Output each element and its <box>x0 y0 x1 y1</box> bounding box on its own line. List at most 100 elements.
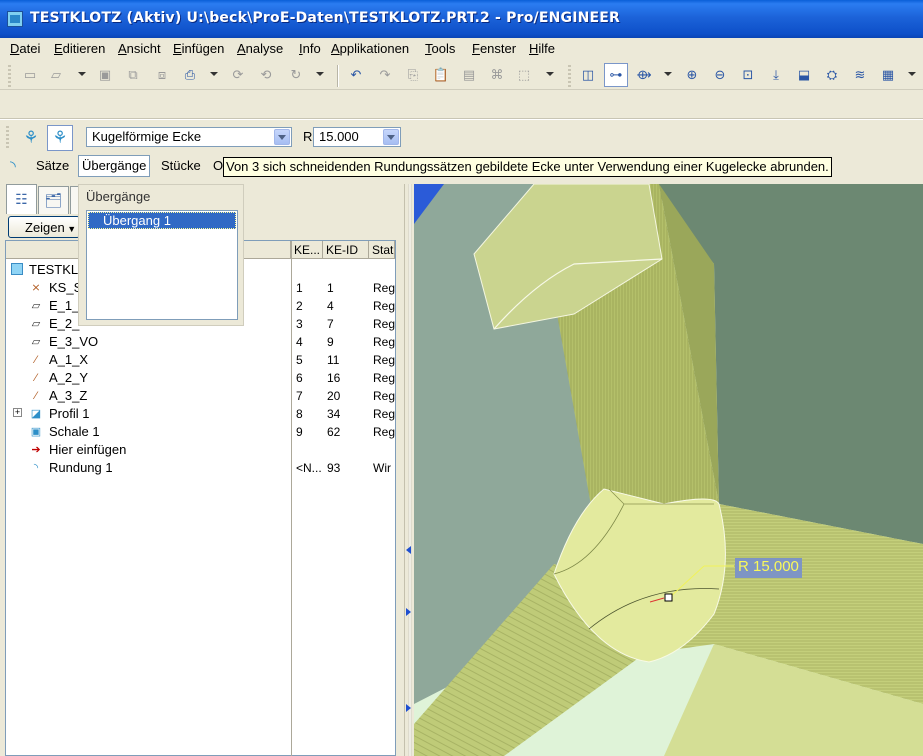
new-file-icon[interactable]: ▭ <box>20 65 40 85</box>
model-tree-tab-icon[interactable]: ☷ <box>6 184 37 214</box>
radius-dimension-label[interactable]: R 15.000 <box>735 558 802 578</box>
tree-row-label: A_1_X <box>49 352 89 367</box>
tree-row-label: E_2_ <box>49 316 80 331</box>
column-header-ke-id[interactable]: KE-ID <box>323 241 369 259</box>
menu-analyse[interactable]: Analyse <box>237 41 283 56</box>
tree-row-label: Schale 1 <box>49 424 100 439</box>
menu-info[interactable]: Info <box>299 41 321 56</box>
radius-input[interactable]: 15.000 <box>313 127 401 147</box>
cell-ke-id: 4 <box>327 299 334 313</box>
toolbar-grip[interactable] <box>8 65 11 87</box>
expand-arrow-icon[interactable] <box>406 608 411 616</box>
tree-row[interactable]: ▱ E_3_VO 4 9 Reg <box>6 333 395 351</box>
chevron-down-icon[interactable] <box>546 72 554 76</box>
splitter-bar[interactable] <box>408 184 412 756</box>
zoom-in-icon[interactable]: ⊕ <box>682 65 702 85</box>
menu-datei[interactable]: Datei <box>10 41 40 56</box>
menu-fenster[interactable]: Fenster <box>472 41 516 56</box>
corner-type-value: Kugelförmige Ecke <box>92 129 202 144</box>
layers-icon[interactable]: ≋ <box>850 65 870 85</box>
corner-type-select[interactable]: Kugelförmige Ecke <box>86 127 292 147</box>
regenerate-icon[interactable]: ⟳ <box>228 65 248 85</box>
menu-applikationen[interactable]: Applikationen <box>331 41 409 56</box>
round-set-mode-icon[interactable]: ⚘ <box>18 125 44 151</box>
copy-icon[interactable]: ⎘ <box>403 65 423 85</box>
cell-ke: 9 <box>296 425 303 439</box>
dashboard-grip[interactable] <box>6 126 9 148</box>
tree-row[interactable]: ▣ Schale 1 9 62 Reg <box>6 423 395 441</box>
tree-row-label: E_1_ <box>49 298 80 313</box>
radius-label: R <box>303 129 313 144</box>
print-icon[interactable]: ⎙ <box>180 65 200 85</box>
saved-views-icon[interactable]: ⬓ <box>794 65 814 85</box>
tab-saetze[interactable]: Sätze <box>36 158 69 173</box>
tree-row[interactable]: ➔ Hier einfügen <box>6 441 395 459</box>
datum-axis-icon: ⁄ <box>35 390 37 402</box>
redo-icon[interactable]: ↷ <box>375 65 395 85</box>
cell-status: Reg <box>373 299 395 313</box>
cell-ke: 2 <box>296 299 303 313</box>
datum-plane-icon: ▱ <box>31 300 41 312</box>
display-style-icon[interactable]: ▦ <box>878 65 898 85</box>
panel-splitter[interactable] <box>404 184 414 756</box>
cell-ke: 6 <box>296 371 303 385</box>
save-copy-icon[interactable]: ⧉ <box>123 65 143 85</box>
paste-icon[interactable]: 📋 <box>431 65 451 85</box>
chevron-down-icon[interactable] <box>908 72 916 76</box>
menu-tools[interactable]: Tools <box>425 41 455 56</box>
view-manager-icon[interactable]: ⛭ <box>822 65 842 85</box>
open-file-icon[interactable]: ▱ <box>46 65 66 85</box>
chevron-down-icon[interactable] <box>664 72 672 76</box>
tree-row[interactable]: ◝ Rundung 1 <N... 93 Wir <box>6 459 395 477</box>
expand-icon[interactable]: + <box>13 408 22 417</box>
toolbar-grip[interactable] <box>568 65 571 87</box>
tree-row-label: A_3_Z <box>49 388 88 403</box>
graphics-window[interactable] <box>414 184 923 756</box>
zoom-out-icon[interactable]: ⊖ <box>710 65 730 85</box>
tab-optionen[interactable]: O <box>213 158 223 173</box>
tab-stuecke[interactable]: Stücke <box>161 158 201 173</box>
collapse-arrow-icon[interactable] <box>406 546 411 554</box>
tooltip: Von 3 sich schneidenden Rundungssätzen g… <box>223 157 832 177</box>
datum-display-icon[interactable]: ◫ <box>578 65 598 85</box>
reorient-icon[interactable]: ⤓ <box>766 65 786 85</box>
chevron-down-icon[interactable] <box>210 72 218 76</box>
mirror-icon[interactable]: ⌘ <box>487 65 507 85</box>
repeat-icon[interactable]: ↻ <box>286 65 306 85</box>
chevron-down-icon[interactable] <box>78 72 86 76</box>
tree-row[interactable]: ⁄ A_2_Y 6 16 Reg <box>6 369 395 387</box>
regen-manager-icon[interactable]: ⟲ <box>256 65 276 85</box>
chevron-down-icon[interactable] <box>383 129 399 145</box>
transition-mode-icon[interactable]: ⚘ <box>47 125 73 151</box>
cell-status: Reg <box>373 353 395 367</box>
menu-bar: Datei Editieren Ansicht Einfügen Analyse… <box>0 38 923 60</box>
transitions-list[interactable]: Übergang 1 <box>86 210 238 320</box>
transition-item[interactable]: Übergang 1 <box>88 212 236 229</box>
extrude-icon: ◪ <box>30 408 42 420</box>
undo-icon[interactable]: ↶ <box>346 65 366 85</box>
menu-ansicht[interactable]: Ansicht <box>118 41 161 56</box>
save-icon[interactable]: ▣ <box>95 65 115 85</box>
refit-icon[interactable]: ⊡ <box>738 65 758 85</box>
chevron-down-icon[interactable] <box>316 72 324 76</box>
menu-einfuegen[interactable]: Einfügen <box>173 41 224 56</box>
paste-special-icon[interactable]: ▤ <box>459 65 479 85</box>
select-box-icon[interactable]: ⬚ <box>514 65 534 85</box>
cell-ke-id: 9 <box>327 335 334 349</box>
column-header-ke[interactable]: KE... <box>291 241 323 259</box>
menu-hilfe[interactable]: Hilfe <box>529 41 555 56</box>
folder-browser-tab-icon[interactable]: 🗂 <box>38 186 69 214</box>
show-menu-button[interactable]: Zeigen ▼ <box>8 216 80 238</box>
spin-center-icon[interactable]: ⊶ <box>604 63 628 87</box>
column-header-status[interactable]: Stat <box>369 241 395 259</box>
main-toolbar: ▭ ▱ ▣ ⧉ ⧈ ⎙ ⟳ ⟲ ↻ ↶ ↷ ⎘ 📋 ▤ ⌘ ⬚ ◫ ⊶ ⟴ ⊕ … <box>0 60 923 90</box>
tree-row[interactable]: + ◪ Profil 1 8 34 Reg <box>6 405 395 423</box>
tree-row[interactable]: ⁄ A_3_Z 7 20 Reg <box>6 387 395 405</box>
expand-arrow-icon[interactable] <box>406 704 411 712</box>
tree-row[interactable]: ⁄ A_1_X 5 11 Reg <box>6 351 395 369</box>
chevron-down-icon[interactable] <box>274 129 290 145</box>
menu-editieren[interactable]: Editieren <box>54 41 105 56</box>
orient-icon[interactable]: ⟴ <box>634 65 654 85</box>
backup-icon[interactable]: ⧈ <box>152 65 172 85</box>
tab-uebergaenge[interactable]: Übergänge <box>78 155 151 177</box>
